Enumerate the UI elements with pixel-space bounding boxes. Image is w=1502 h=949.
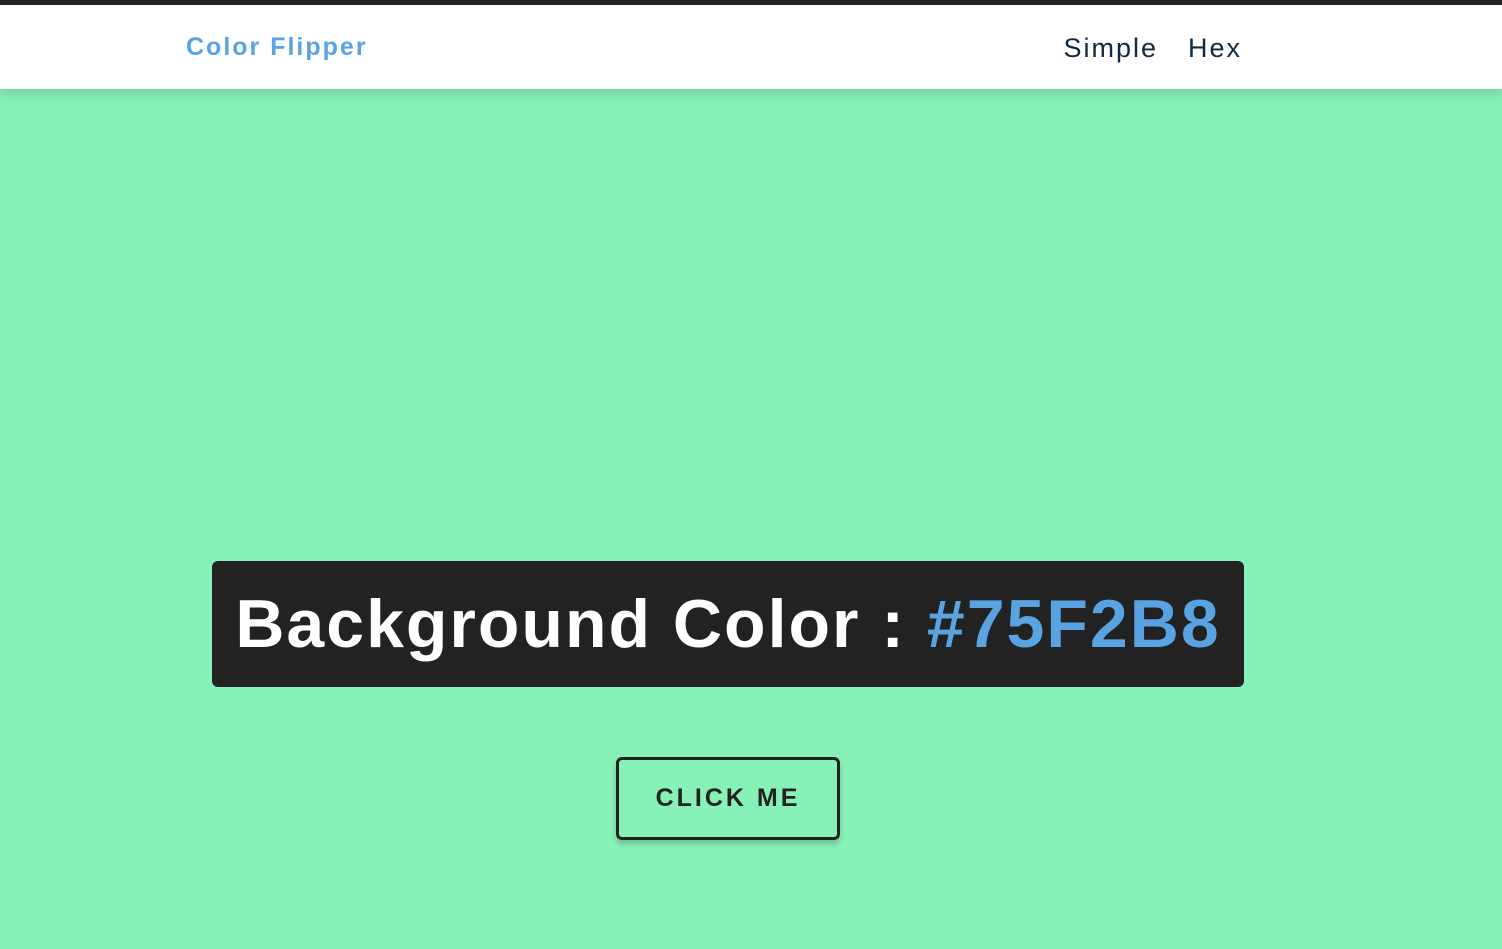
nav-link-simple[interactable]: Simple xyxy=(1063,31,1158,65)
navbar: Color Flipper Simple Hex xyxy=(0,5,1502,89)
nav-links: Simple Hex xyxy=(1063,31,1242,65)
brand-title[interactable]: Color Flipper xyxy=(186,31,368,63)
nav-link-hex[interactable]: Hex xyxy=(1188,31,1242,65)
color-hex-value: #75F2B8 xyxy=(926,586,1221,662)
click-me-button[interactable]: CLICK ME xyxy=(616,757,840,840)
color-banner: Background Color : #75F2B8 xyxy=(212,561,1244,687)
banner-label: Background Color : xyxy=(235,586,927,662)
banner-heading: Background Color : #75F2B8 xyxy=(235,584,1220,664)
